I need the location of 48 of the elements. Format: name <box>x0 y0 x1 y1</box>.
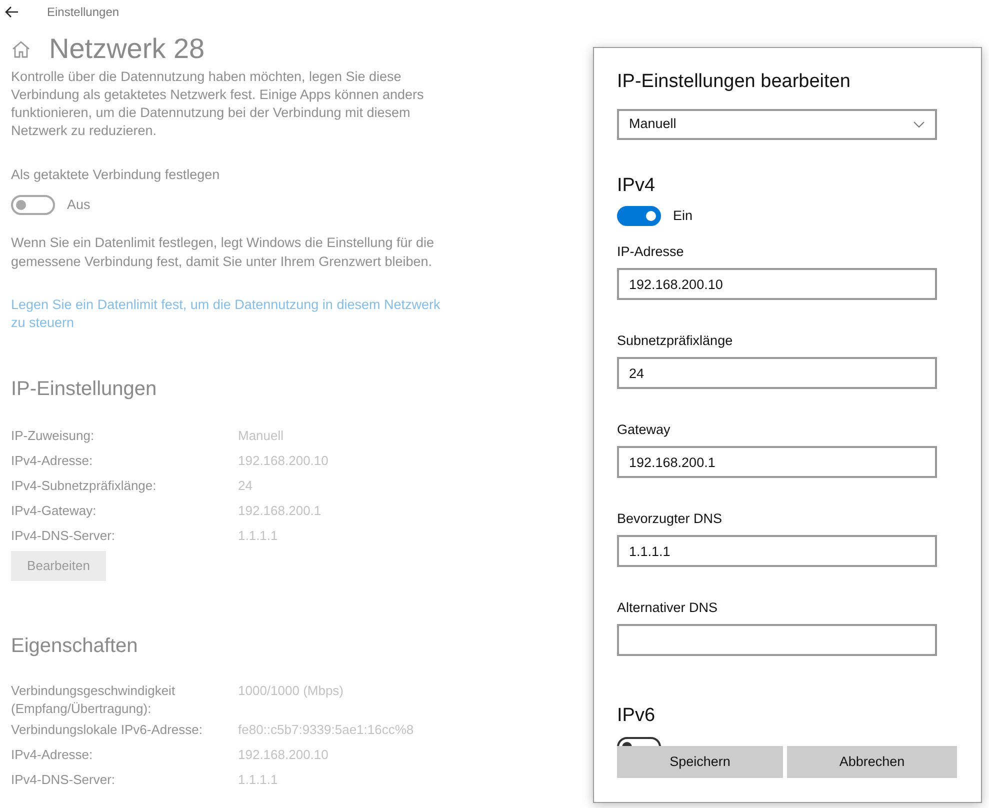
property-label: IPv4-Subnetzpräfixlänge: <box>11 477 158 496</box>
field-label: IP-Adresse <box>617 243 685 260</box>
property-label: Verbindungslokale IPv6-Adresse: <box>11 720 204 738</box>
page-title: Netzwerk 28 <box>49 32 205 66</box>
section-title: IP-Einstellungen <box>11 376 158 402</box>
property-label: IPv4-DNS-Server: <box>11 527 116 546</box>
property-value: 192.168.200.10 <box>238 746 328 764</box>
section-title: Eigenschaften <box>11 634 139 658</box>
toggle-switch[interactable] <box>11 195 55 216</box>
field-label: Gateway <box>617 421 672 438</box>
dialog-button[interactable]: Abbrechen <box>787 746 957 778</box>
metered-label: Als getaktete Verbindung festlegen <box>11 166 221 184</box>
property-label: Verbindungsgeschwindigkeit (Empfang/Übertragung): <box>11 682 176 718</box>
field-label: Bevorzugter DNS <box>617 510 724 528</box>
property-label: IPv4-DNS-Server: <box>11 770 116 788</box>
property-label: IP-Zuweisung: <box>11 427 96 446</box>
input-field[interactable]: 192.168.200.1 <box>617 446 937 478</box>
input-field[interactable]: 24 <box>617 357 937 390</box>
toggle-switch[interactable] <box>617 206 661 226</box>
input-field[interactable]: 192.168.200.10 <box>617 268 937 300</box>
input-field[interactable] <box>617 624 937 656</box>
property-label: IPv4-Gateway: <box>11 502 98 520</box>
mode-dropdown[interactable]: Manuell <box>617 108 937 140</box>
property-value: fe80::c5b7:9339:5ae1:16cc%8 <box>238 720 414 738</box>
window-title: Einstellungen <box>47 4 120 21</box>
property-value: 24 <box>238 477 252 496</box>
property-value: Manuell <box>238 427 284 446</box>
property-label: IPv4-Adresse: <box>11 746 94 764</box>
property-value: 192.168.200.1 <box>238 502 322 520</box>
property-label: IPv4-Adresse: <box>11 452 94 470</box>
home-icon[interactable] <box>11 40 31 58</box>
input-field[interactable]: 1.1.1.1 <box>617 535 937 568</box>
back-arrow-icon[interactable] <box>5 6 19 18</box>
section-title: IPv4 <box>617 174 656 198</box>
property-value: 192.168.200.10 <box>238 452 328 470</box>
dialog-button[interactable]: Speichern <box>617 746 783 778</box>
toggle-state: Ein <box>673 207 693 225</box>
field-label: Subnetzpräfixlänge <box>617 332 734 350</box>
toggle-state: Aus <box>67 196 90 214</box>
section-title: IPv6 <box>617 704 656 728</box>
chevron-down-icon <box>913 120 925 128</box>
field-label: Alternativer DNS <box>617 599 719 616</box>
limit-note: Wenn Sie ein Datenlimit festlegen, legt Windows die Einstellung für die gemessene Verbindung fest, damit Sie unter Ihrem Grenzwert bleiben. <box>11 234 435 270</box>
property-value: 1.1.1.1 <box>238 770 278 788</box>
property-value: 1000/1000 (Mbps) <box>238 682 344 700</box>
dialog-title: IP-Einstellungen bearbeiten <box>617 70 852 94</box>
intro-text: Kontrolle über die Datennutzung haben möchten, legen Sie diese Verbindung als getaktetes Netzwerk fest. Einige Apps können anders funktionieren, um die Datennutzung bei der Verbindung mit diesem Netzwerk zu reduzieren. <box>11 68 425 140</box>
property-value: 1.1.1.1 <box>238 527 278 546</box>
